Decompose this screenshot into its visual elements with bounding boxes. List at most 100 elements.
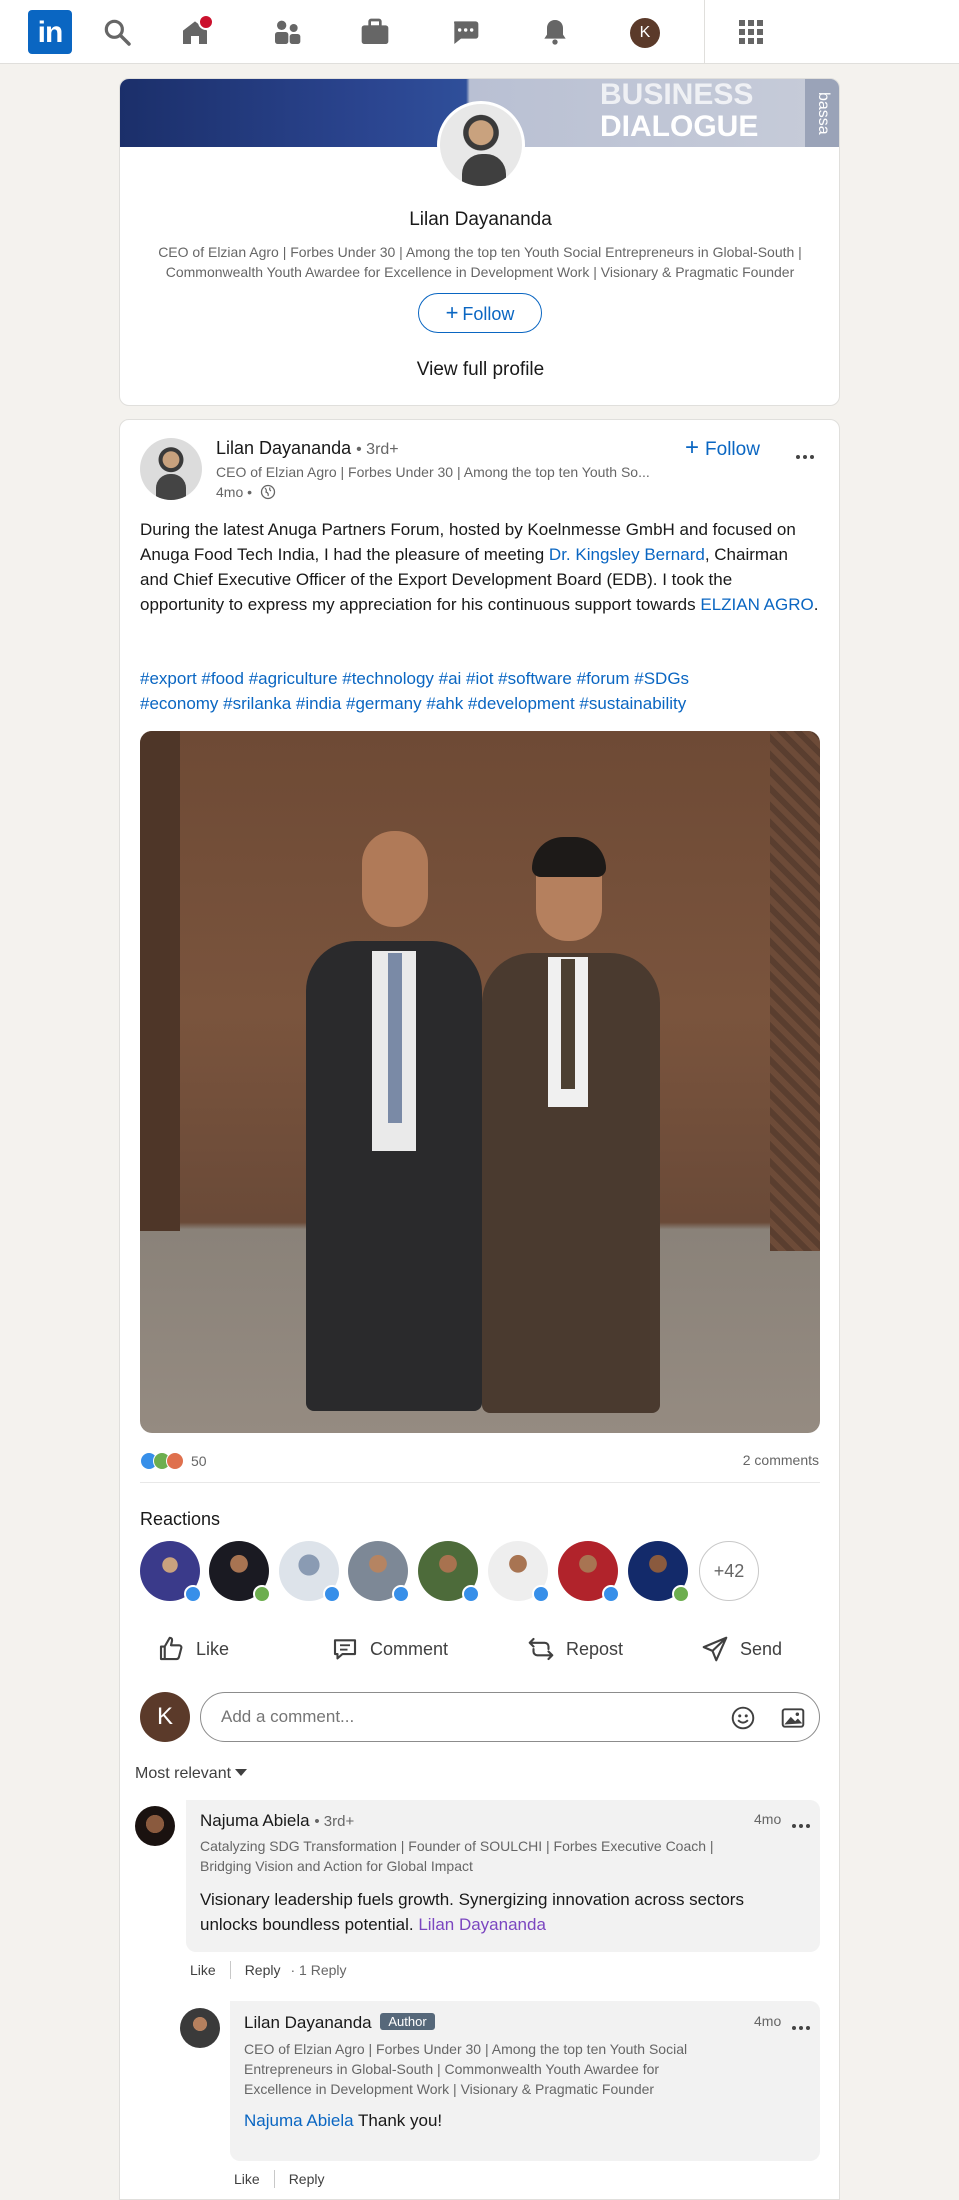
linkedin-logo[interactable]: in <box>28 10 72 54</box>
send-icon <box>702 1636 728 1662</box>
profile-name[interactable]: Lilan Dayananda <box>120 209 839 231</box>
reactor-avatar[interactable] <box>488 1541 550 1603</box>
add-comment-input[interactable] <box>200 1692 820 1742</box>
view-full-profile-link[interactable]: View full profile <box>120 359 839 381</box>
sort-dropdown[interactable]: Most relevant <box>135 1765 248 1783</box>
reply-reply-button[interactable]: Reply <box>289 2171 325 2187</box>
connection-degree: • 3rd+ <box>356 441 399 458</box>
reply-count-link[interactable]: · 1 Reply <box>290 1962 346 1978</box>
my-network-icon[interactable] <box>270 16 304 48</box>
support-reaction-icon <box>672 1585 690 1603</box>
jobs-icon[interactable] <box>358 16 392 48</box>
comment-actions: Like Reply · 1 Reply <box>190 1961 347 1979</box>
post-follow-label: Follow <box>705 439 760 460</box>
post-text: During the latest Anuga Partners Forum, … <box>140 517 820 617</box>
company-link[interactable]: ELZIAN AGRO <box>700 595 813 614</box>
headline-line: CEO of Elzian Agro | Forbes Under 30 | A… <box>244 2041 688 2057</box>
profile-headline: CEO of Elzian Agro | Forbes Under 30 | A… <box>158 244 802 280</box>
reactor-avatar[interactable] <box>209 1541 271 1603</box>
like-reaction-icon <box>532 1585 550 1603</box>
reactions-heading: Reactions <box>140 1509 221 1529</box>
comment-button[interactable]: Comment <box>330 1631 448 1667</box>
banner-side-text: bassa <box>805 79 839 147</box>
like-reaction-icon <box>184 1585 202 1603</box>
author-badge: Author <box>380 2013 435 2030</box>
caret-down-icon <box>235 1769 248 1776</box>
connection-degree: • 3rd+ <box>314 1813 355 1830</box>
comment-label: Comment <box>370 1638 449 1659</box>
reactor-avatar[interactable] <box>279 1541 341 1603</box>
photo-detail <box>362 831 428 927</box>
image-icon[interactable] <box>780 1705 806 1731</box>
post-author-headline: CEO of Elzian Agro | Forbes Under 30 | A… <box>216 464 650 480</box>
hashtags-line[interactable]: #economy #srilanka #india #germany #ahk … <box>140 691 820 716</box>
repost-label: Repost <box>566 1638 624 1659</box>
sort-label: Most relevant <box>135 1765 232 1782</box>
comment-like-button[interactable]: Like <box>190 1962 216 1978</box>
repost-icon <box>528 1637 554 1661</box>
comment-author-headline: Catalyzing SDG Transformation | Founder … <box>200 1836 740 1876</box>
thumbs-up-icon <box>159 1636 183 1661</box>
send-button[interactable]: Send <box>700 1631 782 1667</box>
commenter-avatar[interactable]: K <box>140 1692 190 1742</box>
reply-timestamp: 4mo <box>754 2013 782 2029</box>
comment-reply-button[interactable]: Reply <box>245 1962 281 1978</box>
comment-icon <box>333 1639 357 1660</box>
reactor-avatar[interactable] <box>418 1541 480 1603</box>
comment-timestamp: 4mo <box>754 1811 782 1827</box>
notifications-bell-icon[interactable] <box>538 16 572 48</box>
apps-grid-icon[interactable] <box>734 16 768 48</box>
post-follow-button[interactable]: + Follow <box>685 434 760 462</box>
like-reaction-icon <box>323 1585 341 1603</box>
profile-photo[interactable] <box>437 101 525 189</box>
reaction-summary[interactable]: 50 <box>140 1449 207 1473</box>
comment-author-line: Najuma Abiela • 3rd+ <box>200 1811 354 1831</box>
emoji-icon[interactable] <box>730 1705 756 1731</box>
follow-label: Follow <box>462 304 515 324</box>
messaging-icon[interactable] <box>448 16 482 48</box>
reply-more-options-icon[interactable] <box>792 2017 814 2030</box>
headline-line: Catalyzing SDG Transformation | Founder … <box>200 1838 714 1854</box>
me-avatar[interactable]: K <box>630 18 660 48</box>
post-photo[interactable] <box>140 731 820 1433</box>
reaction-count: 50 <box>191 1453 207 1469</box>
reply-author-avatar[interactable] <box>180 2008 220 2048</box>
reactor-avatar[interactable] <box>140 1541 202 1603</box>
profile-card: BUSINESS DIALOGUE bassa Lilan Dayananda … <box>119 78 840 406</box>
post-author-name[interactable]: Lilan Dayananda <box>216 438 351 458</box>
divider <box>140 1482 820 1483</box>
reply-like-button[interactable]: Like <box>234 2171 260 2187</box>
plus-icon: + <box>685 434 700 461</box>
comments-count-link[interactable]: 2 comments <box>743 1452 819 1468</box>
post-author-avatar[interactable] <box>140 438 202 500</box>
like-reaction-icon <box>462 1585 480 1603</box>
repost-button[interactable]: Repost <box>526 1631 623 1667</box>
reactor-avatar[interactable] <box>558 1541 620 1603</box>
post-time-text: 4mo • <box>216 484 253 500</box>
post-hashtags[interactable]: #export #food #agriculture #technology #… <box>140 666 820 716</box>
reply-text: Najuma Abiela Thank you! <box>244 2108 804 2133</box>
separator <box>273 2170 275 2188</box>
mention-link[interactable]: Najuma Abiela <box>244 2111 354 2130</box>
reply-author-name[interactable]: Lilan Dayananda <box>244 2013 372 2032</box>
photo-wall-panel <box>140 731 180 1231</box>
headline-line: Bridging Vision and Action for Global Im… <box>200 1858 473 1874</box>
support-reaction-icon <box>253 1585 271 1603</box>
comment-author-name[interactable]: Najuma Abiela <box>200 1811 310 1830</box>
search-icon[interactable] <box>100 16 134 48</box>
post-more-options-icon[interactable] <box>796 446 818 459</box>
globe-icon <box>260 484 276 500</box>
like-button[interactable]: Like <box>156 1631 229 1667</box>
separator <box>229 1961 231 1979</box>
reactor-avatar[interactable] <box>628 1541 690 1603</box>
home-icon[interactable] <box>178 14 214 48</box>
mention-link[interactable]: Dr. Kingsley Bernard <box>549 545 705 564</box>
follow-button[interactable]: + Follow <box>418 293 542 333</box>
comment-more-options-icon[interactable] <box>792 1815 814 1828</box>
more-reactors-button[interactable]: +42 <box>699 1541 759 1601</box>
reactor-avatar[interactable] <box>348 1541 410 1603</box>
top-navigation-bar: in K <box>0 0 959 64</box>
mention-link[interactable]: Lilan Dayananda <box>418 1915 546 1934</box>
hashtags-line[interactable]: #export #food #agriculture #technology #… <box>140 666 820 691</box>
comment-author-avatar[interactable] <box>135 1806 175 1846</box>
